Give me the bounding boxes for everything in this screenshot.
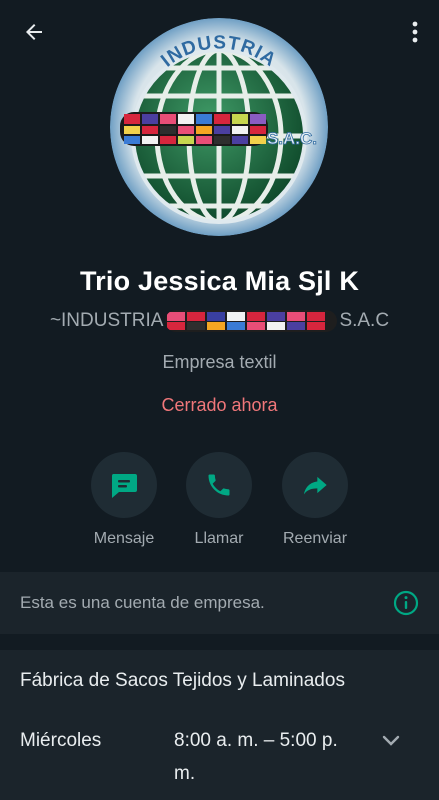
- forward-button[interactable]: Reenviar: [272, 452, 358, 548]
- subname-prefix: ~INDUSTRIA: [49, 310, 164, 331]
- section-divider: [0, 634, 439, 650]
- forward-icon: [303, 476, 327, 495]
- profile-name: Trio Jessica Mia Sjl K: [79, 266, 360, 296]
- forward-button-circle: [282, 452, 348, 518]
- business-hours-time: 8:00 a. m. – 5:00 p. m.: [174, 730, 338, 784]
- more-options-button[interactable]: [403, 16, 427, 48]
- profile-avatar[interactable]: INDUSTRIA S.A.C.: [110, 18, 328, 236]
- business-hours-day: Miércoles: [20, 730, 102, 751]
- more-vertical-icon: [412, 21, 418, 43]
- call-button[interactable]: Llamar: [176, 452, 262, 548]
- business-category: Empresa textil: [162, 352, 277, 372]
- redacted-mosaic: [165, 310, 338, 332]
- business-info-card: Fábrica de Sacos Tejidos y Laminados Mié…: [0, 650, 439, 800]
- business-account-text: Esta es una cuenta de empresa.: [20, 593, 265, 612]
- message-icon: [111, 474, 137, 498]
- open-status: Cerrado ahora: [161, 395, 278, 415]
- chevron-down-icon: [382, 735, 400, 746]
- company-logo-globe: INDUSTRIA S.A.C.: [110, 18, 328, 236]
- call-label: Llamar: [194, 530, 244, 547]
- business-profile-screen: INDUSTRIA S.A.C. Trio Jessica Mia Sjl K …: [0, 0, 439, 800]
- arrow-left-icon: [26, 24, 42, 40]
- phone-icon: [208, 474, 230, 496]
- call-button-circle: [186, 452, 252, 518]
- action-buttons: Mensaje Llamar Reenviar: [0, 452, 439, 552]
- avatar-side-text: S.A.C.: [267, 129, 317, 148]
- forward-label: Reenviar: [282, 530, 348, 547]
- message-button-circle: [91, 452, 157, 518]
- back-button[interactable]: [18, 16, 50, 48]
- message-button[interactable]: Mensaje: [81, 452, 167, 548]
- message-label: Mensaje: [93, 530, 155, 547]
- business-description: Fábrica de Sacos Tejidos y Laminados: [20, 670, 345, 691]
- info-icon[interactable]: [393, 590, 419, 616]
- subname-suffix: S.A.C: [339, 310, 390, 331]
- business-account-notice[interactable]: Esta es una cuenta de empresa.: [0, 572, 439, 634]
- profile-subname: ~INDUSTRIA S.A.C: [0, 308, 439, 334]
- expand-hours-button[interactable]: [378, 728, 404, 754]
